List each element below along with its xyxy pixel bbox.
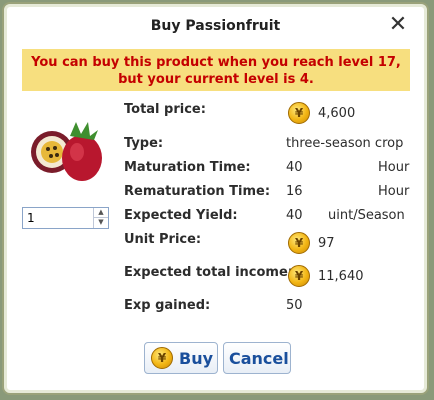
buy-button[interactable]: ¥ Buy xyxy=(144,342,218,374)
dialog-title: Buy Passionfruit xyxy=(150,18,281,34)
type-label: Type: xyxy=(124,136,164,151)
income-value: 11,640 xyxy=(318,269,364,284)
yield-value: 40 xyxy=(286,208,303,223)
rematuration-label: Rematuration Time: xyxy=(124,184,271,199)
yield-unit: uint/Season xyxy=(328,208,405,223)
rematuration-unit: Hours xyxy=(378,184,410,199)
buy-dialog: Buy Passionfruit ✕ You can buy this prod… xyxy=(2,2,429,395)
unit-price-label: Unit Price: xyxy=(124,232,202,247)
cancel-button-label: Cancel xyxy=(229,349,289,368)
level-warning: You can buy this product when you reach … xyxy=(22,49,410,91)
coin-icon: ¥ xyxy=(288,102,310,124)
buy-button-label: Buy xyxy=(179,349,214,368)
passionfruit-icon xyxy=(31,122,102,181)
increment-arrow-icon[interactable]: ▲ xyxy=(94,208,108,218)
quantity-spinner[interactable]: ▲ ▼ xyxy=(93,208,108,228)
type-value: three-season crop xyxy=(286,136,404,151)
maturation-unit: Hours xyxy=(378,160,410,175)
coin-icon: ¥ xyxy=(288,265,310,287)
cancel-button[interactable]: Cancel xyxy=(223,342,291,374)
close-icon[interactable]: ✕ xyxy=(387,14,409,36)
coin-icon: ¥ xyxy=(288,232,310,254)
unit-price-value: 97 xyxy=(318,236,335,251)
coin-icon: ¥ xyxy=(151,347,173,369)
exp-value: 50 xyxy=(286,298,303,313)
decrement-arrow-icon[interactable]: ▼ xyxy=(94,218,108,227)
quantity-input[interactable] xyxy=(23,208,93,228)
income-label: Expected total income: xyxy=(124,265,293,280)
yield-label: Expected Yield: xyxy=(124,208,238,223)
rematuration-value: 16 xyxy=(286,184,303,199)
total-price-value: 4,600 xyxy=(318,106,356,121)
exp-label: Exp gained: xyxy=(124,298,211,313)
maturation-value: 40 xyxy=(286,160,303,175)
total-price-label: Total price: xyxy=(124,102,206,117)
maturation-label: Maturation Time: xyxy=(124,160,251,175)
quantity-stepper[interactable]: ▲ ▼ xyxy=(22,207,109,229)
